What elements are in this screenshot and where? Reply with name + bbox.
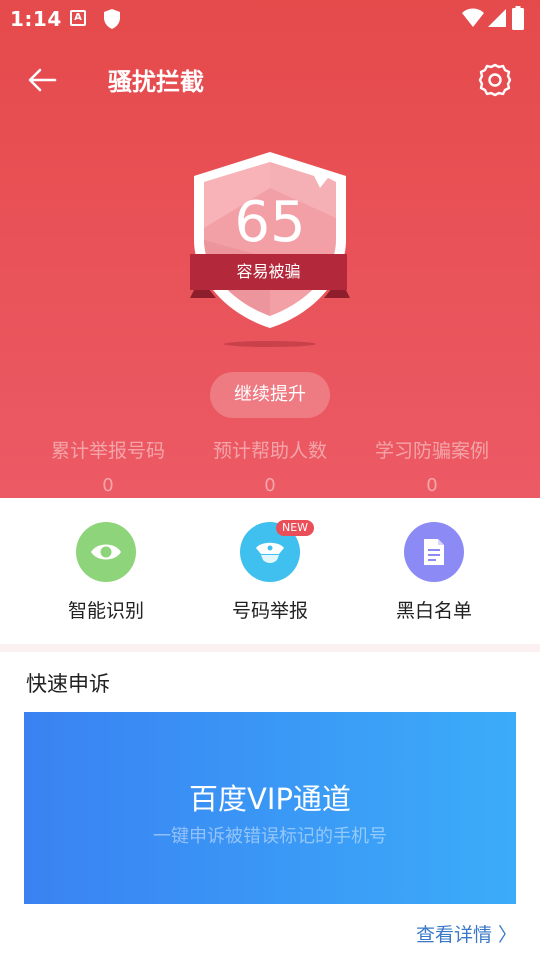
stat-value: 0	[102, 475, 114, 496]
quick-appeal-title: 快速申诉	[26, 672, 110, 696]
security-shield: 65 容易被骗	[186, 148, 354, 348]
security-hero-panel: 1:14 A 骚扰拦截 65 容易被骗 继续提升 累计举报号码 0 预计帮助人数…	[0, 0, 540, 498]
stat-value: 0	[264, 475, 276, 496]
new-badge: NEW	[276, 520, 315, 536]
feature-label: 黑白名单	[395, 600, 472, 622]
feature-smart-identify[interactable]: 智能识别	[36, 522, 176, 623]
continue-improve-button[interactable]: 继续提升	[210, 372, 330, 418]
page-title: 骚扰拦截	[108, 68, 204, 96]
feature-number-report[interactable]: NEW 号码举报	[200, 520, 340, 623]
vip-card-subtitle: 一键申诉被错误标记的手机号	[153, 826, 387, 847]
vip-channel-card[interactable]: 百度VIP通道 一键申诉被错误标记的手机号	[24, 712, 516, 904]
feature-icon-circle	[76, 522, 136, 582]
feature-label: 智能识别	[67, 600, 144, 622]
security-score: 65	[234, 190, 306, 255]
wifi-icon	[462, 8, 484, 27]
police-cap-icon	[256, 542, 284, 563]
document-icon	[424, 539, 444, 565]
feature-label: 号码举报	[231, 600, 308, 622]
battery-icon	[512, 6, 524, 30]
status-time: 1:14	[10, 7, 62, 31]
a-icon: A	[70, 10, 86, 26]
stat-cases-learned: 学习防骗案例 0	[342, 436, 522, 496]
feature-black-white-list[interactable]: 黑白名单	[364, 522, 504, 623]
feature-grid: 智能识别 NEW 号码举报 黑白名单	[0, 498, 540, 644]
signal-icon	[488, 9, 506, 27]
section-divider	[0, 644, 540, 652]
gear-icon[interactable]	[474, 60, 516, 100]
stat-people-helped: 预计帮助人数 0	[180, 436, 360, 496]
stat-label: 学习防骗案例	[374, 440, 489, 462]
view-details-link[interactable]: 查看详情 〉	[416, 920, 517, 947]
stat-reported-numbers: 累计举报号码 0	[18, 436, 198, 496]
risk-level-ribbon: 容易被骗	[190, 254, 347, 290]
stat-label: 预计帮助人数	[212, 440, 327, 462]
arrow-left-icon[interactable]	[22, 60, 62, 100]
vip-card-title: 百度VIP通道	[189, 782, 351, 816]
stat-label: 累计举报号码	[50, 440, 165, 462]
feature-icon-circle	[404, 522, 464, 582]
eye-icon	[91, 544, 121, 560]
app-bar: 骚扰拦截	[0, 50, 540, 108]
stat-value: 0	[426, 475, 438, 496]
status-bar: 1:14 A	[0, 0, 540, 38]
shield-icon	[104, 9, 120, 29]
feature-icon-circle: NEW	[240, 520, 315, 582]
